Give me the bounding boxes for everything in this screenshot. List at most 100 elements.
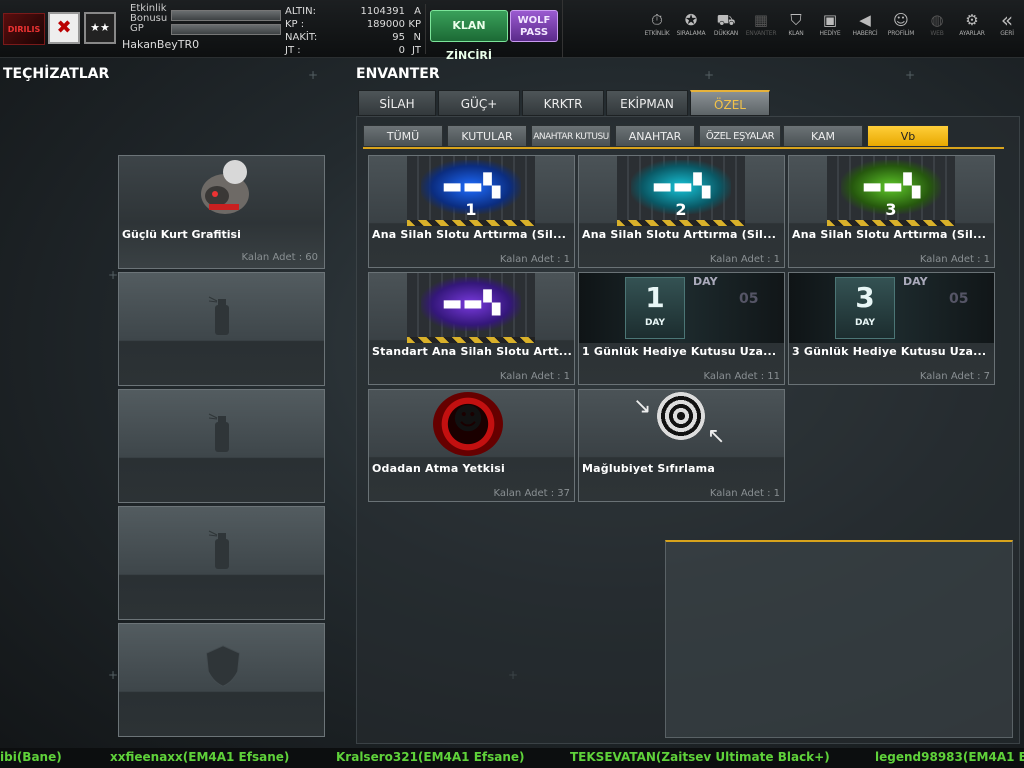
ticker-entry: TEKSEVATAN(Zaitsev Ultimate Black+): [570, 750, 830, 764]
inventory-item[interactable]: 3 DAY DAY 05 3 Günlük Hediye Kutusu Uza..…: [788, 272, 995, 385]
news-ticker: ibi(Bane) xxfieenaxx(EM4A1 Efsane) Krals…: [0, 748, 1024, 768]
tab-character[interactable]: KRKTR: [522, 90, 604, 116]
nav-label: ETKİNLİK: [644, 30, 670, 37]
nav-profile[interactable]: ☺ PROFİLİM: [884, 10, 918, 44]
currency-unit: N: [413, 32, 421, 43]
item-count: Kalan Adet : 1: [709, 488, 780, 499]
inventory-item[interactable]: ↘ ↖ Mağlubiyet Sıfırlama Kalan Adet : 1: [578, 389, 785, 502]
nav-settings[interactable]: ⚙ AYARLAR: [955, 10, 989, 44]
equipment-slot-empty-spray[interactable]: [118, 272, 325, 386]
equipment-slot-empty-spray[interactable]: [118, 389, 325, 503]
equipment-slot-empty-shield[interactable]: [118, 623, 325, 737]
subtab-cam[interactable]: KAM: [783, 125, 863, 147]
tab-weapon[interactable]: SİLAH: [358, 90, 436, 116]
gift-box-day-art: 3 DAY DAY 05: [789, 273, 994, 343]
subtab-underline: [363, 147, 1004, 149]
equipment-slot-empty-spray[interactable]: [118, 506, 325, 620]
subtab-boxes[interactable]: KUTULAR: [447, 125, 527, 147]
equipment-slot-name: Güçlü Kurt Grafitisi: [122, 228, 241, 241]
nav-web[interactable]: ◍ WEB: [920, 10, 954, 44]
inventory-item[interactable]: ▬▬▚ 2 Ana Silah Slotu Arttırma (Sil... K…: [578, 155, 785, 268]
crosshair-decoration: +: [108, 668, 119, 682]
gp-label: GP: [130, 23, 144, 34]
stopwatch-icon: ⏱: [651, 11, 663, 29]
tab-power[interactable]: GÜÇ+: [438, 90, 520, 116]
divider: [562, 0, 563, 58]
inventory-item[interactable]: 1 DAY DAY 05 1 Günlük Hediye Kutusu Uza..…: [578, 272, 785, 385]
currency-unit: KP: [408, 19, 421, 30]
nav-label: PROFİLİM: [887, 30, 915, 37]
nav-label: WEB: [930, 30, 944, 37]
crosshair-decoration: +: [108, 268, 119, 282]
subtab-all[interactable]: TÜMÜ: [363, 125, 443, 147]
ticker-entry: xxfieenaxx(EM4A1 Efsane): [110, 750, 290, 764]
rank-emblem-icon[interactable]: ✖: [48, 12, 80, 44]
nav-label: GERİ: [1000, 30, 1014, 37]
item-name: Ana Silah Slotu Arttırma (Sil...: [582, 228, 777, 241]
nav-event[interactable]: ⏱ ETKİNLİK: [640, 10, 674, 44]
inventory-item[interactable]: ▬▬▚ 1 Ana Silah Slotu Arttırma (Sil... K…: [368, 155, 575, 268]
ticker-entry: ibi(Bane): [0, 750, 62, 764]
nav-inventory[interactable]: ▦ ENVANTER: [744, 10, 778, 44]
currency-label: NAKİT:: [285, 32, 318, 43]
item-name: Mağlubiyet Sıfırlama: [582, 462, 715, 475]
nav-ranking[interactable]: ✪ SIRALAMA: [674, 10, 708, 44]
top-bar: DIRILIS ✖ ★★ Etkinlik Bonusu GP HakanBey…: [0, 0, 1024, 62]
nav-label: DÜKKAN: [713, 30, 739, 37]
subtab-special-items[interactable]: ÖZEL EŞYALAR: [699, 125, 781, 147]
nav-gift[interactable]: ▣ HEDİYE: [813, 10, 847, 44]
nav-messenger[interactable]: ◀ HABERCİ: [848, 10, 882, 44]
nav-label: AYARLAR: [959, 30, 985, 37]
username: HakanBeyTR0: [122, 38, 200, 51]
weapon-slot-art: ▬▬▚ 1: [407, 156, 535, 226]
clan-chain-button[interactable]: KLAN ZİNCİRİ: [430, 10, 508, 62]
currency-value: 95: [392, 32, 405, 43]
megaphone-icon: ◀: [859, 11, 871, 29]
wolf-pass-button[interactable]: WOLF PASS: [510, 10, 558, 42]
item-name: 3 Günlük Hediye Kutusu Uza...: [792, 345, 987, 358]
currency-value: 189000: [366, 19, 405, 30]
inventory-icon: ▦: [753, 11, 769, 29]
nav-back[interactable]: «GERİ: [990, 10, 1024, 44]
event-bonus-label: Etkinlik Bonusu: [130, 3, 168, 24]
item-name: Odadan Atma Yetkisi: [372, 462, 505, 475]
tab-special[interactable]: ÖZEL: [690, 90, 770, 116]
shield-icon: [206, 645, 240, 687]
currency-unit: A: [414, 6, 421, 17]
currency-panel: ALTIN: 1104391 A KP : 189000 KP NAKİT: 9…: [285, 4, 423, 56]
inventory-item[interactable]: ☻ Odadan Atma Yetkisi Kalan Adet : 37: [368, 389, 575, 502]
tab-equipment[interactable]: EKİPMAN: [606, 90, 688, 116]
nav-clan[interactable]: ⛉ KLAN: [779, 10, 813, 44]
gift-icon: ▣: [822, 11, 838, 29]
rifle-icon: ▬▬▚: [861, 174, 921, 199]
item-art-alt: 05: [739, 291, 759, 307]
item-count: Kalan Adet : 7: [919, 371, 990, 382]
inventory-item[interactable]: ▬▬▚ 3 Ana Silah Slotu Arttırma (Sil... K…: [788, 155, 995, 268]
kick-player-icon: ☻: [433, 392, 503, 456]
arrow-icon: ↖: [707, 424, 726, 449]
item-art-day: DAY: [644, 318, 666, 328]
nav-label: SIRALAMA: [676, 30, 706, 37]
subtab-key-box[interactable]: ANAHTAR KUTUSU: [531, 125, 611, 147]
ticker-entry: legend98983(EM4A1 Efsane): [875, 750, 1024, 764]
currency-value: 0: [398, 45, 405, 56]
wolf-pass-label-2: PASS: [519, 27, 549, 38]
shield-icon: ⛉: [790, 11, 802, 29]
item-name: Ana Silah Slotu Arttırma (Sil...: [792, 228, 987, 241]
rifle-icon: ▬▬▚: [441, 174, 501, 199]
profile-icon: ☺: [893, 11, 909, 29]
equipment-slot-graffiti[interactable]: Güçlü Kurt Grafitisi Kalan Adet : 60: [118, 155, 325, 269]
stars-badge-icon: ★★: [84, 12, 116, 44]
gp-bar: [171, 24, 281, 35]
spray-can-icon: [208, 530, 229, 569]
nav-shop[interactable]: ⛟ DÜKKAN: [709, 10, 743, 44]
wolf-graffiti-icon: [201, 160, 249, 214]
inventory-item[interactable]: ▬▬▚ Standart Ana Silah Slotu Artt... Kal…: [368, 272, 575, 385]
nav-label: KLAN: [788, 30, 804, 37]
subtab-key[interactable]: ANAHTAR: [615, 125, 695, 147]
item-name: Ana Silah Slotu Arttırma (Sil...: [372, 228, 567, 241]
item-name: 1 Günlük Hediye Kutusu Uza...: [582, 345, 777, 358]
currency-label: JT :: [285, 45, 301, 56]
subtab-etc[interactable]: Vb: [867, 125, 949, 147]
item-art-tag: DAY: [693, 275, 718, 288]
